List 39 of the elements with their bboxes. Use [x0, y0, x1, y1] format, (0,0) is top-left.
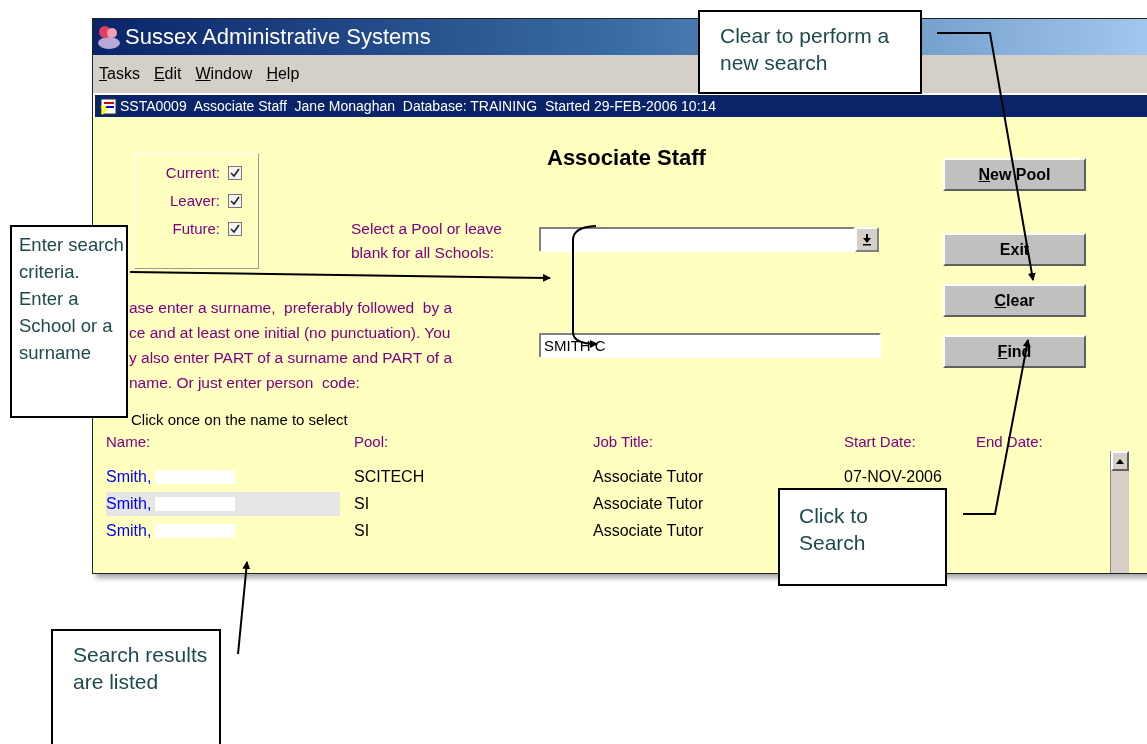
- form-button[interactable]: Clear: [943, 284, 1086, 317]
- pool-label: Select a Pool or leave blank for all Schools:: [351, 219, 503, 263]
- column-header: Name:: [106, 433, 152, 450]
- menu-item[interactable]: Edit: [153, 65, 182, 83]
- menu-item[interactable]: Window: [195, 65, 253, 83]
- menu-item[interactable]: Tasks: [99, 65, 140, 83]
- instruction-text: name. Or just enter person code:: [129, 373, 361, 393]
- checkbox-label: Current:: [165, 164, 220, 181]
- callout-box: Search results are listed: [51, 629, 221, 744]
- callout-box: Click to Search: [778, 488, 947, 586]
- form-button[interactable]: New Pool: [943, 158, 1086, 191]
- name-text: Smith,: [106, 521, 152, 540]
- name-cell[interactable]: Smith,: [106, 518, 340, 543]
- hint-text: Click once on the name to select: [131, 411, 349, 428]
- name-text: Smith,: [106, 494, 152, 513]
- checkbox-label: Future:: [172, 220, 220, 237]
- instruction-text: ase enter a surname, preferably followed by a: [129, 298, 454, 318]
- table-cell-text: SI: [354, 494, 371, 513]
- name-text: Smith,: [106, 467, 152, 486]
- instruction-text: y also enter PART of a surname and PART of a: [129, 348, 454, 368]
- table-cell-text: SI: [354, 521, 371, 540]
- table-cell-text: 07-NOV-2006: [844, 467, 943, 486]
- column-header: Start Date:: [844, 433, 917, 450]
- window-title: Sussex Administrative Systems: [125, 24, 431, 50]
- menu-item[interactable]: Help: [266, 65, 300, 83]
- callout-box: Enter search criteria. Enter a School or a surname: [10, 225, 128, 418]
- instruction-text: ce and at least one initial (no punctuation). You: [129, 323, 452, 343]
- form-title: Associate Staff: [547, 145, 707, 171]
- status-text: SSTA0009 Associate Staff Jane Monaghan Database: TRAINING Started 29-FEB-2006 10:14: [120, 98, 717, 114]
- checkbox-label: Leaver:: [169, 192, 220, 209]
- name-cell[interactable]: Smith,: [106, 464, 340, 489]
- table-cell-text: Associate Tutor: [593, 494, 705, 513]
- callout-box: Clear to perform a new search: [698, 10, 922, 94]
- name-cell[interactable]: Smith,: [106, 491, 340, 516]
- column-header: Job Title:: [593, 433, 655, 450]
- table-cell-text: Associate Tutor: [593, 467, 705, 486]
- column-header: Pool:: [354, 433, 390, 450]
- table-cell-text: SCITECH: [354, 467, 426, 486]
- table-cell-text: Associate Tutor: [593, 521, 705, 540]
